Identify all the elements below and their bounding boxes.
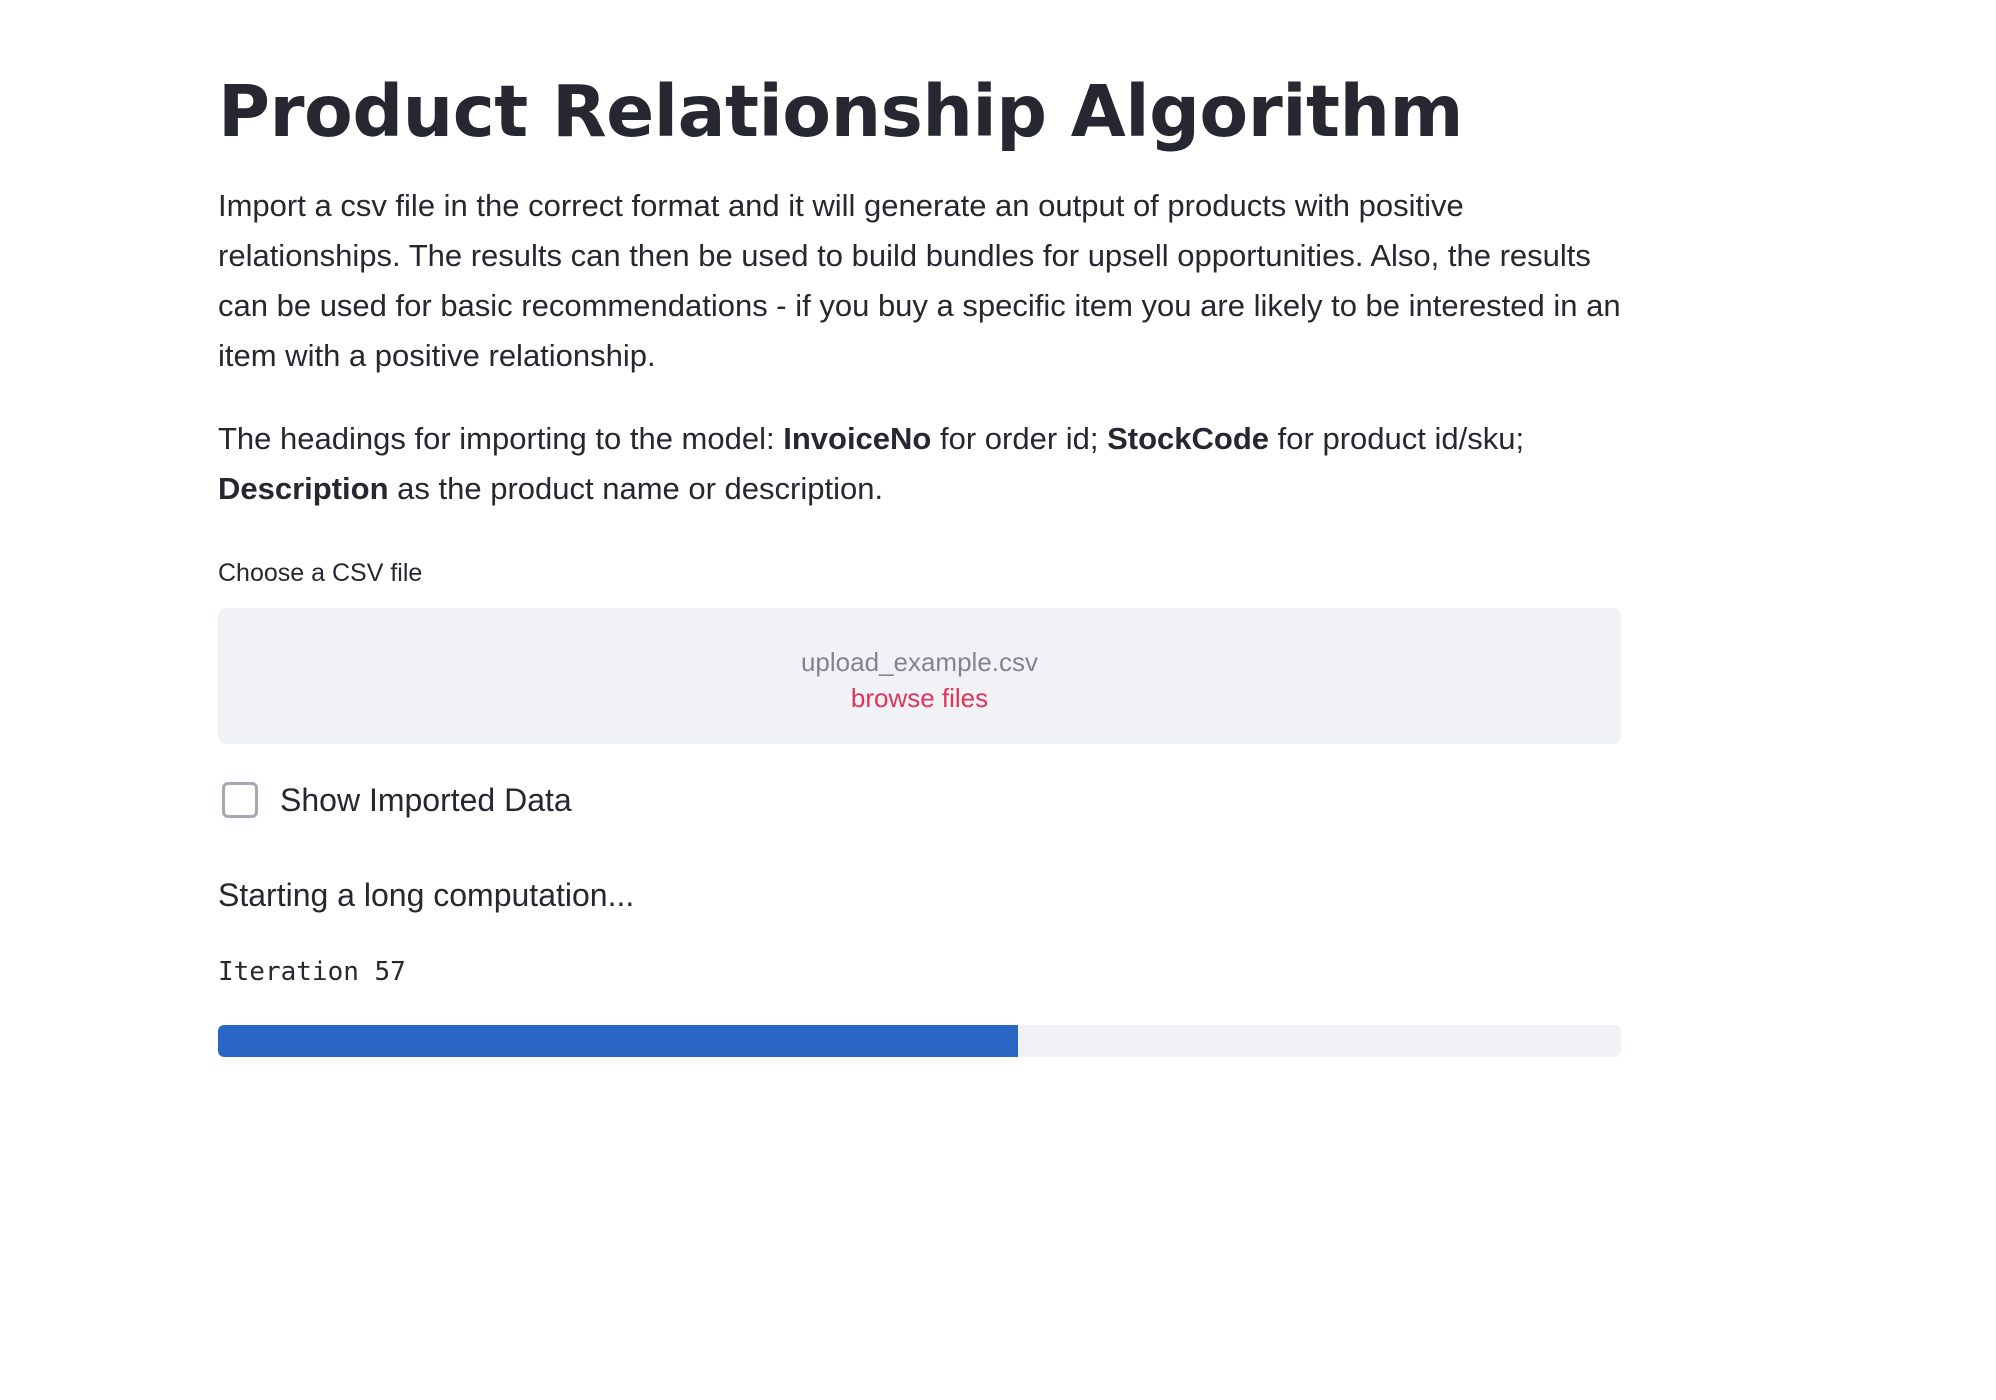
show-imported-data-checkbox[interactable]: Show Imported Data — [222, 778, 572, 822]
page-title: Product Relationship Algorithm — [218, 70, 1464, 153]
description-term: Description — [218, 471, 389, 506]
iteration-text: Iteration 57 — [218, 957, 406, 987]
dropzone-filename: upload_example.csv — [800, 647, 1039, 677]
browse-files-link[interactable]: browse files — [851, 683, 988, 713]
file-uploader-label: Choose a CSV file — [218, 559, 423, 587]
invoice-desc: for order id; — [931, 421, 1108, 456]
status-message: Starting a long computation... — [218, 877, 635, 913]
description-desc: as the product name or description. — [388, 471, 884, 506]
checkbox-label[interactable]: Show Imported Data — [280, 778, 572, 822]
invoice-term: InvoiceNo — [783, 421, 932, 456]
file-dropzone[interactable]: upload_example.csv browse files — [218, 608, 1621, 744]
headings-prefix: The headings for importing to the model: — [218, 421, 784, 456]
checkbox-box[interactable] — [222, 782, 258, 818]
intro-paragraph: Import a csv file in the correct format … — [218, 188, 1621, 373]
progress-bar — [218, 1025, 1621, 1057]
stock-term: StockCode — [1107, 421, 1270, 456]
progress-bar-fill — [218, 1025, 1018, 1057]
headings-paragraph: The headings for importing to the model:… — [218, 414, 1621, 514]
stock-desc: for product id/sku; — [1269, 421, 1525, 456]
